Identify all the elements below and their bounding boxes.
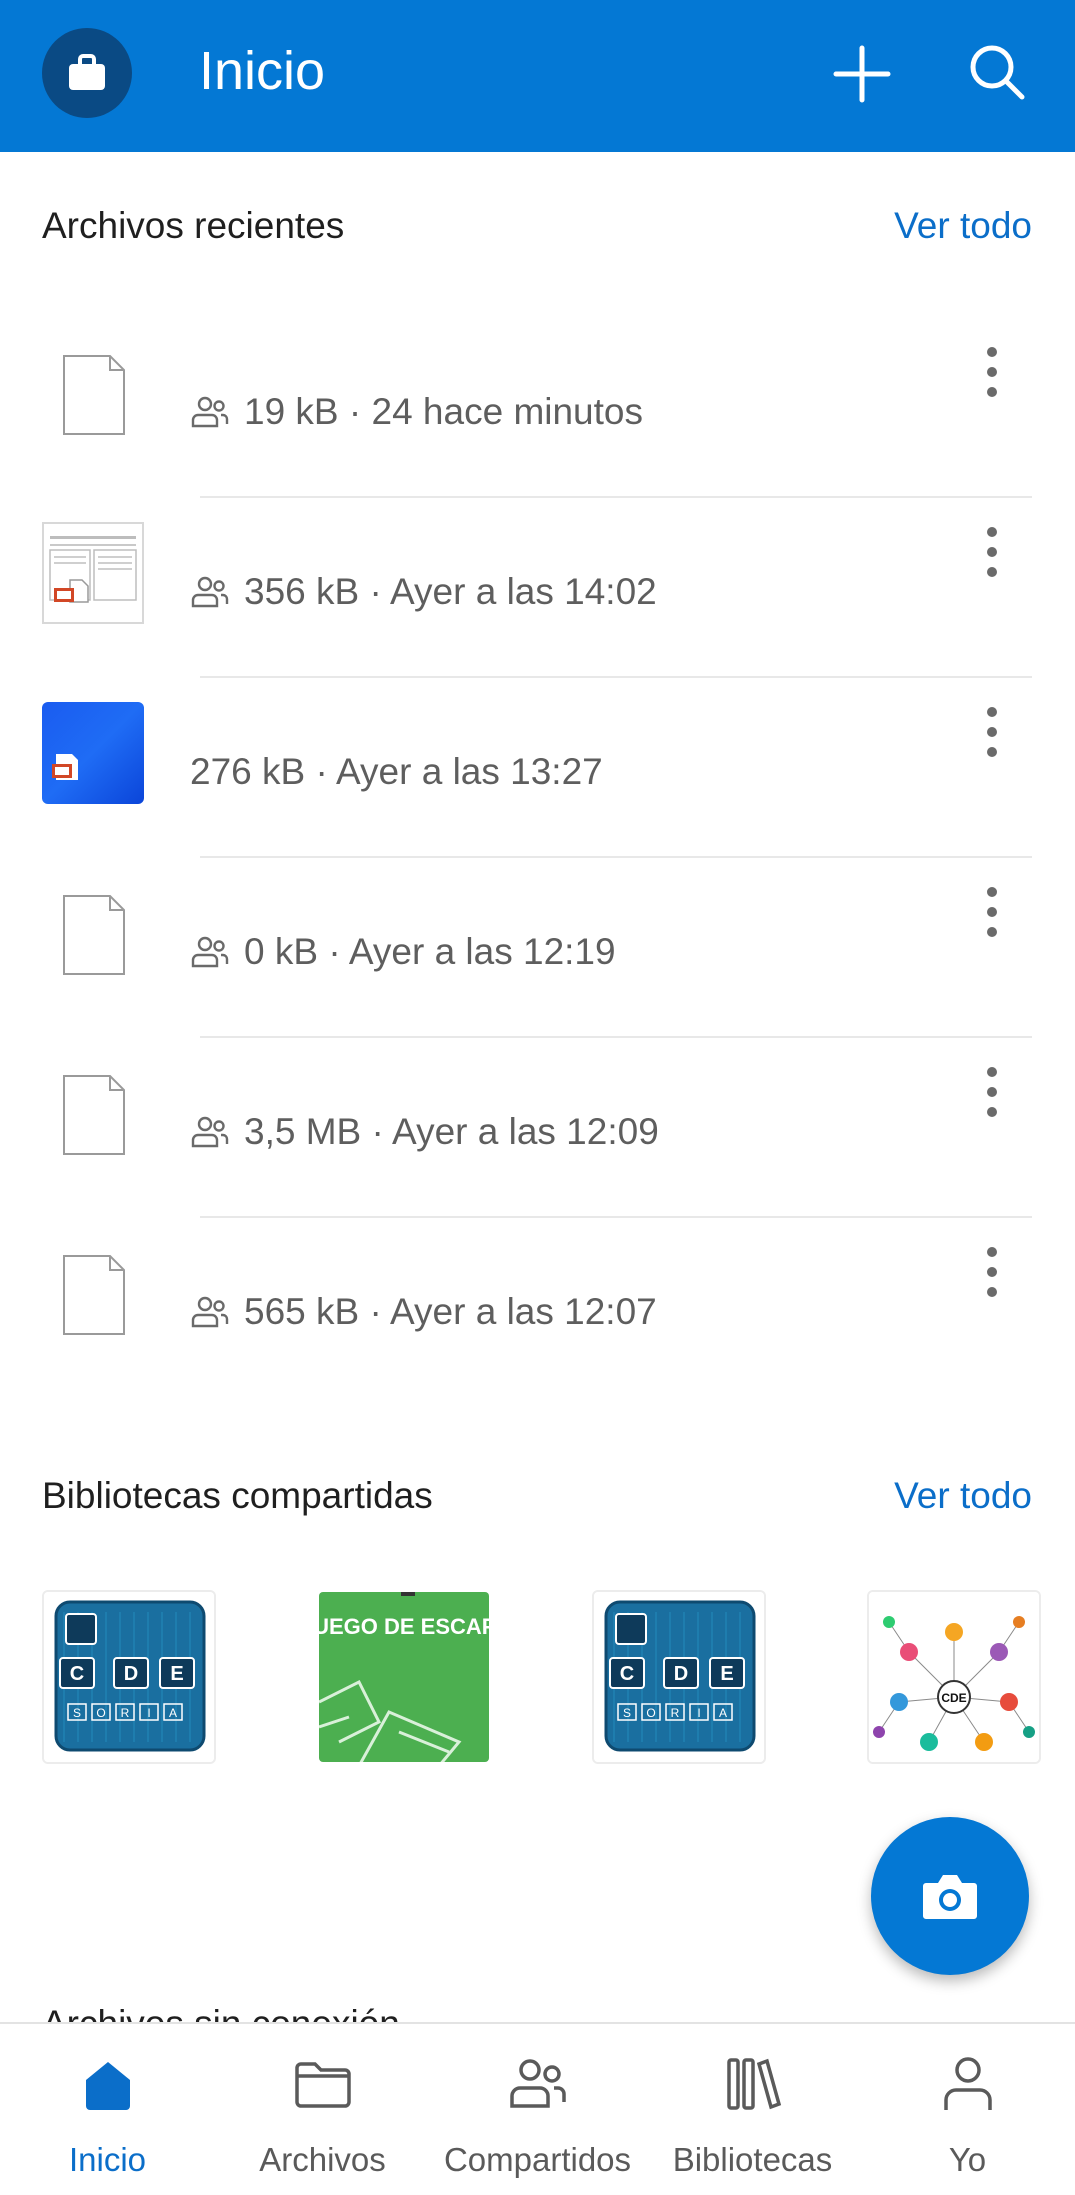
nav-item-compartidos[interactable]: Compartidos	[430, 2024, 645, 2195]
offline-files-title: Archivos sin conexión	[42, 2003, 400, 2024]
document-icon	[63, 1255, 125, 1335]
logo-letter: D	[124, 1663, 138, 1685]
logo-letter: A	[169, 1706, 177, 1720]
logo-letter: D	[674, 1663, 688, 1685]
bottom-navigation: Inicio Archivos Compartidos Bibliotecas …	[0, 2022, 1075, 2195]
more-options-icon[interactable]	[968, 882, 1016, 942]
more-options-icon[interactable]	[968, 702, 1016, 762]
nav-label: Archivos	[259, 2141, 386, 2178]
shared-people-icon	[191, 1116, 229, 1148]
network-diagram-thumbnail: CDE	[869, 1592, 1039, 1762]
nav-label: Yo	[948, 2141, 987, 2178]
nav-label: Bibliotecas	[672, 2141, 833, 2178]
file-size-and-time: 0 kB · Ayer a las 12:19	[244, 931, 616, 972]
library-tile[interactable]: CDE	[867, 1590, 1041, 1764]
logo-letter: R	[671, 1706, 680, 1720]
document-icon	[63, 1075, 125, 1155]
person-icon	[943, 2057, 992, 2110]
file-meta: 19 kB · 24 hace minutos	[190, 388, 643, 436]
home-icon	[85, 2062, 130, 2110]
file-row[interactable]: 3,5 MB · Ayer a las 12:09	[0, 1038, 1075, 1218]
nav-label: Compartidos	[443, 2141, 632, 2178]
file-row[interactable]: 356 kB · Ayer a las 14:02	[0, 498, 1075, 678]
logo-letter: C	[70, 1663, 84, 1685]
logo-letter: I	[697, 1706, 700, 1720]
nav-item-bibliotecas[interactable]: Bibliotecas	[645, 2024, 860, 2195]
more-options-icon[interactable]	[968, 522, 1016, 582]
file-size-and-time: 565 kB · Ayer a las 12:07	[244, 1291, 657, 1332]
account-avatar[interactable]	[42, 28, 132, 118]
search-icon	[970, 45, 1025, 100]
nav-label: Inicio	[68, 2141, 147, 2178]
nav-item-yo[interactable]: Yo	[860, 2024, 1075, 2195]
cde-soria-logo: C D E S O R I A	[44, 1592, 214, 1762]
library-icon	[726, 2058, 781, 2110]
logo-letter: S	[623, 1706, 631, 1720]
file-meta: 565 kB · Ayer a las 12:07	[190, 1288, 657, 1336]
recent-files-title: Archivos recientes	[42, 205, 345, 246]
document-icon	[63, 355, 125, 435]
app-header: Inicio	[0, 0, 1075, 152]
file-row[interactable]: 0 kB · Ayer a las 12:19	[0, 858, 1075, 1038]
logo-letter: O	[646, 1706, 655, 1720]
logo-letter: A	[719, 1706, 727, 1720]
file-row[interactable]: 565 kB · Ayer a las 12:07	[0, 1218, 1075, 1398]
people-icon	[509, 2059, 566, 2108]
more-options-icon[interactable]	[968, 1242, 1016, 1302]
more-options-icon[interactable]	[968, 342, 1016, 402]
escape-game-cover: JUEGO DE ESCAPE	[319, 1592, 491, 1762]
file-meta: 0 kB · Ayer a las 12:19	[190, 928, 616, 976]
more-options-icon[interactable]	[968, 1062, 1016, 1122]
search-button[interactable]	[965, 40, 1029, 104]
camera-fab-button[interactable]	[871, 1817, 1029, 1975]
logo-letter: O	[96, 1706, 105, 1720]
camera-icon	[923, 1875, 977, 1919]
shared-libraries-title: Bibliotecas compartidas	[42, 1475, 433, 1516]
file-size-and-time: 276 kB · Ayer a las 13:27	[190, 751, 603, 792]
document-icon	[63, 895, 125, 975]
logo-letter: E	[720, 1663, 733, 1685]
briefcase-icon	[69, 54, 105, 90]
image-preview-thumbnail	[42, 702, 144, 804]
document-preview-thumbnail	[42, 522, 144, 624]
file-meta: 276 kB · Ayer a las 13:27	[190, 748, 603, 796]
logo-letter: I	[147, 1706, 150, 1720]
nav-item-inicio[interactable]: Inicio	[0, 2024, 215, 2195]
shared-people-icon	[191, 1296, 229, 1328]
page-title: Inicio	[199, 41, 326, 101]
cde-soria-logo: C D E S O R I A	[594, 1592, 764, 1762]
shared-people-icon	[191, 936, 229, 968]
shared-libraries-see-all-link[interactable]: Ver todo	[894, 1472, 1032, 1520]
shared-people-icon	[191, 396, 229, 428]
cover-title: JUEGO DE ESCAPE	[319, 1614, 491, 1639]
logo-letter: C	[620, 1663, 634, 1685]
file-meta: 356 kB · Ayer a las 14:02	[190, 568, 657, 616]
logo-letter: R	[121, 1706, 130, 1720]
library-tile[interactable]: JUEGO DE ESCAPE	[317, 1590, 491, 1764]
file-size-and-time: 3,5 MB · Ayer a las 12:09	[244, 1111, 659, 1152]
file-size-and-time: 19 kB · 24 hace minutos	[244, 391, 643, 432]
file-meta: 3,5 MB · Ayer a las 12:09	[190, 1108, 659, 1156]
logo-letter: S	[73, 1706, 81, 1720]
recent-files-see-all-link[interactable]: Ver todo	[894, 202, 1032, 250]
file-row[interactable]: 276 kB · Ayer a las 13:27	[0, 678, 1075, 858]
library-tile[interactable]: C D E S O R I A	[42, 1590, 216, 1764]
nav-item-archivos[interactable]: Archivos	[215, 2024, 430, 2195]
plus-icon	[833, 45, 891, 103]
shared-people-icon	[191, 576, 229, 608]
file-row[interactable]: 19 kB · 24 hace minutos	[0, 318, 1075, 498]
add-button[interactable]	[830, 42, 894, 106]
logo-text: CDE	[941, 1691, 966, 1705]
library-tile[interactable]: C D E S O R I A	[592, 1590, 766, 1764]
folder-icon	[294, 2062, 351, 2108]
logo-letter: E	[170, 1663, 183, 1685]
file-size-and-time: 356 kB · Ayer a las 14:02	[244, 571, 657, 612]
